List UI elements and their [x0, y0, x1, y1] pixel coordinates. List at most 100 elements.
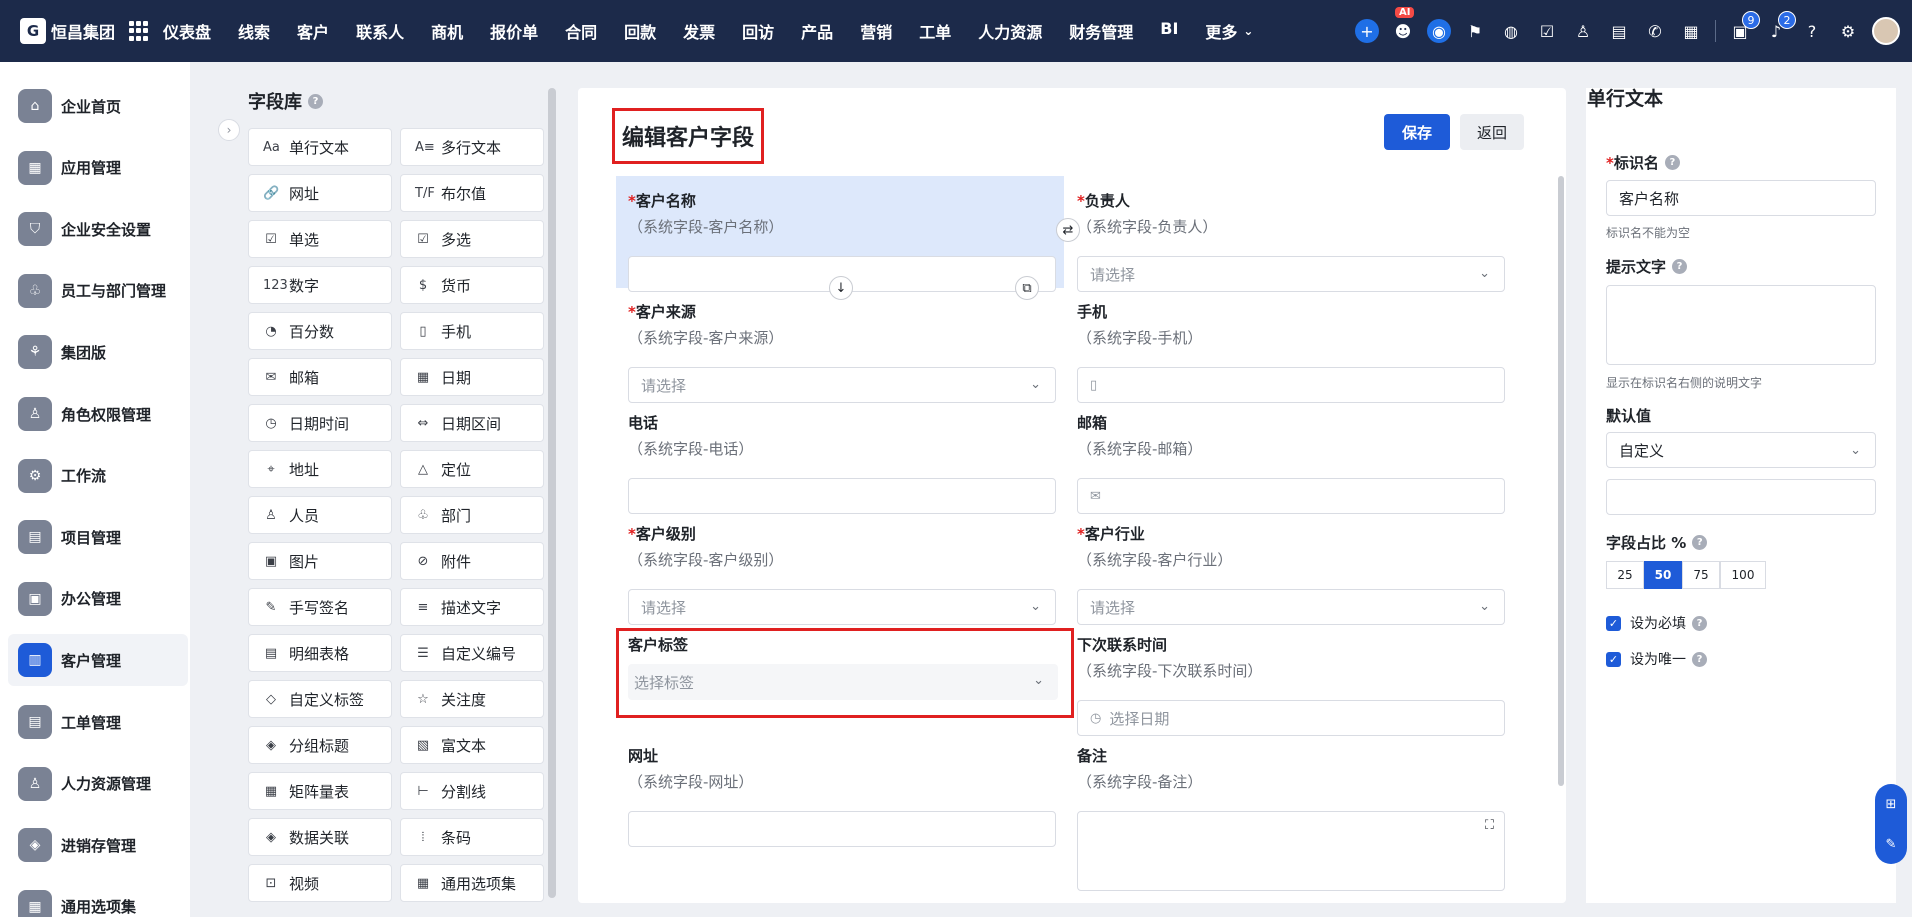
field-type-item[interactable]: ▦ 通用选项集 — [400, 864, 544, 902]
chat-bot-icon[interactable]: ◉ — [1427, 19, 1451, 43]
sidebar-item[interactable]: ⚘ 集团版 — [8, 326, 188, 378]
sidebar-item[interactable]: ⌂ 企业首页 — [8, 80, 188, 132]
field-library-scrollbar[interactable] — [548, 88, 556, 898]
field-type-item[interactable]: T/F 布尔值 — [400, 174, 544, 212]
field-type-item[interactable]: ▦ 日期 — [400, 358, 544, 396]
ratio-option[interactable]: 25 — [1606, 561, 1644, 589]
bell-icon[interactable]: ♪ 2 — [1764, 11, 1796, 43]
field-type-item[interactable]: ▦ 矩阵量表 — [248, 772, 392, 810]
nav-item[interactable]: 财务管理 — [1069, 19, 1133, 43]
nav-item[interactable]: 商机 — [431, 19, 463, 43]
ai-robot-icon[interactable]: ☻ AI — [1391, 7, 1415, 43]
save-button[interactable]: 保存 — [1384, 114, 1450, 150]
nav-more-menu[interactable]: 更多 ⌄ — [1205, 19, 1253, 43]
field-type-item[interactable]: ⊡ 视频 — [248, 864, 392, 902]
tip-textarea[interactable] — [1606, 285, 1876, 365]
field-type-item[interactable]: ◈ 分组标题 — [248, 726, 392, 764]
sidebar-item[interactable]: ▦ 应用管理 — [8, 142, 188, 194]
field-select-input[interactable]: 请选择 ⌄ — [1077, 256, 1505, 292]
sidebar-item[interactable]: ◈ 进销存管理 — [8, 819, 188, 871]
copy-icon[interactable]: ⧉ — [1015, 276, 1039, 300]
nav-item[interactable]: 产品 — [801, 19, 833, 43]
field-type-item[interactable]: ♙ 人员 — [248, 496, 392, 534]
arrow-down-icon[interactable]: ↓ — [829, 276, 853, 300]
collapse-sidebar-button[interactable]: › — [218, 119, 240, 141]
help-icon[interactable]: ? — [1672, 259, 1688, 274]
nav-item[interactable]: 仪表盘 — [163, 19, 211, 43]
field-type-item[interactable]: ♧ 部门 — [400, 496, 544, 534]
nav-item[interactable]: 回访 — [742, 19, 774, 43]
org-chart-icon[interactable]: ⊞ — [1886, 797, 1897, 812]
sidebar-item[interactable]: ▤ 项目管理 — [8, 511, 188, 563]
field-text-input[interactable] — [628, 478, 1056, 514]
gear-icon[interactable]: ⚙ — [1836, 19, 1860, 43]
form-field[interactable]: *客户行业 （系统字段-客户行业） 请选择 ⌄ — [1077, 523, 1507, 625]
default-value-input[interactable] — [1606, 479, 1876, 515]
field-type-item[interactable]: 123 数字 — [248, 266, 392, 304]
sidebar-item[interactable]: ▥ 客户管理 — [8, 634, 188, 687]
form-field[interactable]: 下次联系时间 （系统字段-下次联系时间） ◷ 选择日期 — [1077, 634, 1507, 736]
field-type-item[interactable]: ▣ 图片 — [248, 542, 392, 580]
form-field[interactable]: 备注 （系统字段-备注） ⛶ — [1077, 745, 1507, 891]
expand-icon[interactable]: ⛶ — [1485, 818, 1494, 833]
globe-icon[interactable]: ◍ — [1499, 19, 1523, 43]
field-text-input[interactable] — [628, 811, 1056, 847]
field-type-item[interactable]: ◷ 日期时间 — [248, 404, 392, 442]
field-type-item[interactable]: ▤ 明细表格 — [248, 634, 392, 672]
field-type-item[interactable]: ⊘ 附件 — [400, 542, 544, 580]
form-field[interactable]: 网址 （系统字段-网址） — [628, 745, 1058, 847]
ratio-option[interactable]: 75 — [1682, 561, 1720, 589]
required-checkbox[interactable]: ✓ 设为必填? — [1606, 613, 1707, 633]
field-type-item[interactable]: ⌖ 地址 — [248, 450, 392, 488]
form-field[interactable]: 电话 （系统字段-电话） — [628, 412, 1058, 514]
company-logo[interactable]: G 恒昌集团 — [20, 18, 115, 44]
help-icon[interactable]: ? — [1664, 155, 1680, 170]
task-icon[interactable]: ▣ 9 — [1728, 11, 1760, 43]
field-tag-input[interactable]: 选择标签 ⌄ — [628, 664, 1058, 700]
field-select-input[interactable]: 请选择 ⌄ — [628, 367, 1056, 403]
form-field[interactable]: 手机 （系统字段-手机） ▯ — [1077, 301, 1507, 403]
field-type-item[interactable]: $ 货币 — [400, 266, 544, 304]
nav-item[interactable]: 合同 — [565, 19, 597, 43]
flag-icon[interactable]: ⚑ — [1463, 19, 1487, 43]
field-textarea-input[interactable]: ⛶ — [1077, 811, 1505, 891]
nav-item[interactable]: 报价单 — [490, 19, 538, 43]
nav-item[interactable]: BI — [1160, 19, 1178, 43]
field-phone-input[interactable]: ▯ — [1077, 367, 1505, 403]
sidebar-item[interactable]: ▤ 工单管理 — [8, 696, 188, 748]
help-icon[interactable]: ? — [1692, 615, 1707, 631]
field-type-item[interactable]: ◇ 自定义标签 — [248, 680, 392, 718]
field-type-item[interactable]: ✎ 手写签名 — [248, 588, 392, 626]
ratio-option[interactable]: 50 — [1644, 561, 1682, 589]
field-type-item[interactable]: Aa 单行文本 — [248, 128, 392, 166]
sidebar-item[interactable]: ⛉ 企业安全设置 — [8, 203, 188, 255]
field-type-item[interactable]: ▯ 手机 — [400, 312, 544, 350]
sidebar-item[interactable]: ⚙ 工作流 — [8, 450, 188, 502]
field-type-item[interactable]: ☑ 单选 — [248, 220, 392, 258]
field-type-item[interactable]: △ 定位 — [400, 450, 544, 488]
nav-item[interactable]: 回款 — [624, 19, 656, 43]
user-avatar[interactable] — [1872, 17, 1900, 45]
back-button[interactable]: 返回 — [1460, 114, 1524, 150]
form-field[interactable]: 邮箱 （系统字段-邮箱） ✉ — [1077, 412, 1507, 514]
field-type-item[interactable]: ▧ 富文本 — [400, 726, 544, 764]
field-select-input[interactable]: 请选择 ⌄ — [628, 589, 1056, 625]
help-icon[interactable]: ? — [1692, 535, 1708, 550]
field-type-item[interactable]: ≡ 描述文字 — [400, 588, 544, 626]
form-field[interactable]: *客户级别 （系统字段-客户级别） 请选择 ⌄ — [628, 523, 1058, 625]
help-icon[interactable]: ? — [1692, 651, 1707, 667]
nav-item[interactable]: 线索 — [238, 19, 270, 43]
nav-item[interactable]: 工单 — [919, 19, 951, 43]
help-icon[interactable]: ? — [1800, 19, 1824, 43]
help-icon[interactable]: ? — [308, 93, 323, 109]
field-type-item[interactable]: ⦙ 条码 — [400, 818, 544, 856]
sidebar-item[interactable]: ♧ 员工与部门管理 — [8, 265, 188, 317]
nav-item[interactable]: 联系人 — [356, 19, 404, 43]
sidebar-item[interactable]: ▣ 办公管理 — [8, 573, 188, 625]
phone-icon[interactable]: ✆ — [1643, 19, 1667, 43]
field-type-item[interactable]: ✉ 邮箱 — [248, 358, 392, 396]
field-type-item[interactable]: A≡ 多行文本 — [400, 128, 544, 166]
form-field[interactable]: *客户名称 （系统字段-客户名称） — [628, 190, 1058, 292]
field-type-item[interactable]: ☑ 多选 — [400, 220, 544, 258]
field-type-item[interactable]: ☰ 自定义编号 — [400, 634, 544, 672]
